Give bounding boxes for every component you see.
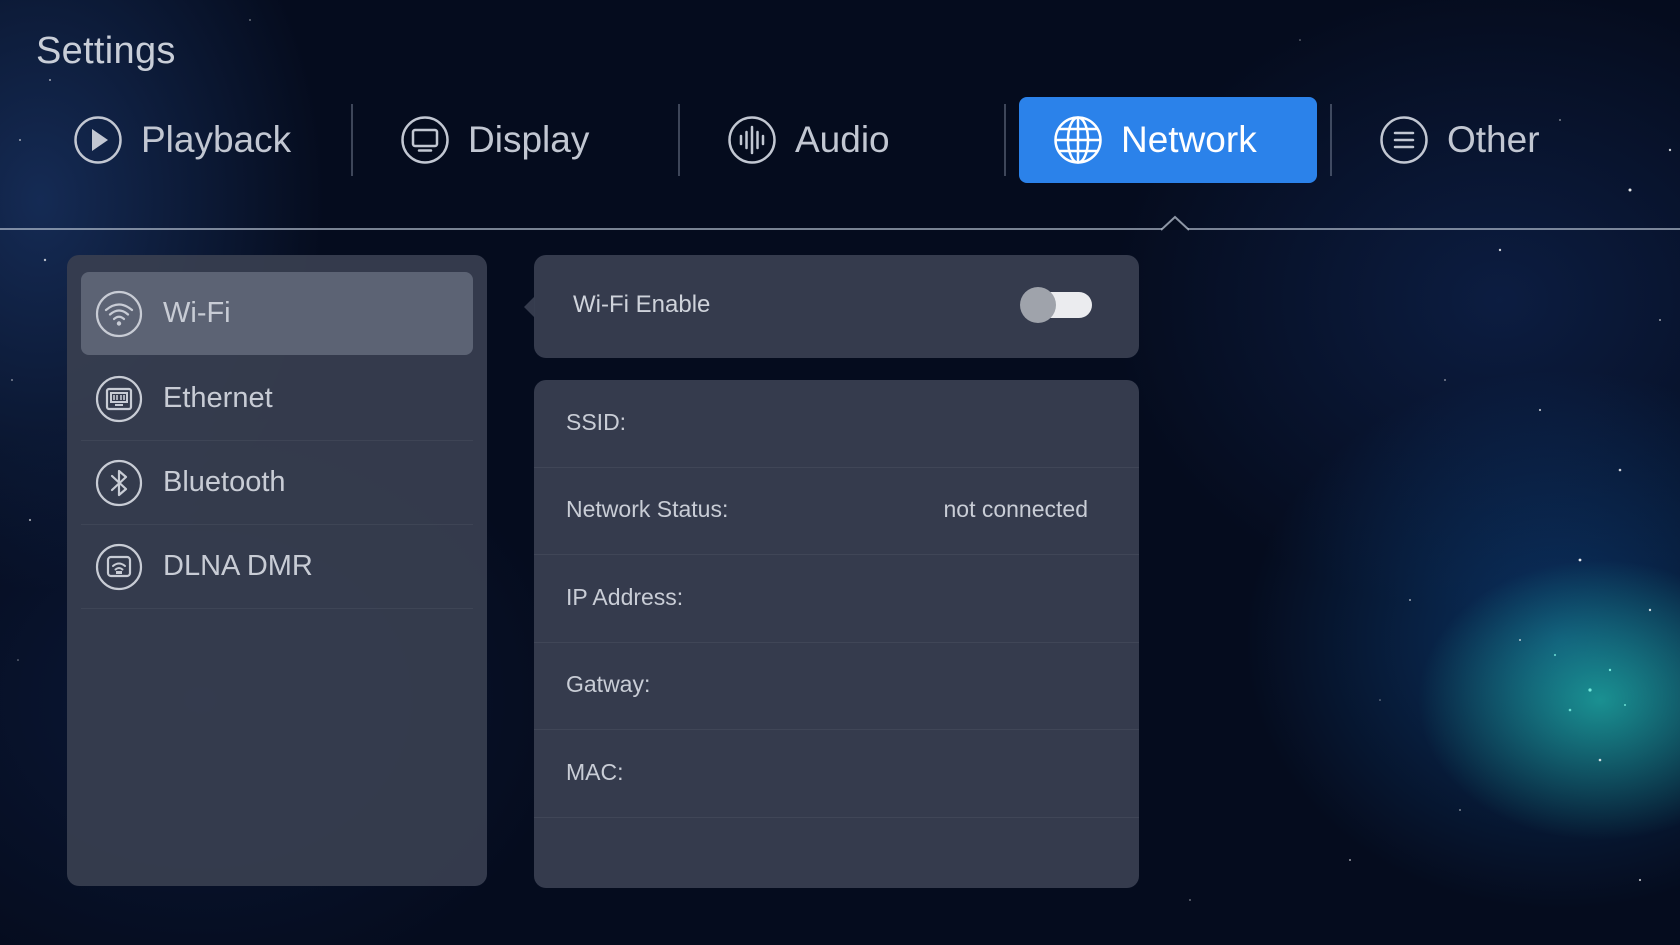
info-label: MAC: — [566, 759, 624, 785]
info-label: IP Address: — [566, 584, 684, 610]
submenu-item-ethernet[interactable]: Ethernet — [81, 357, 473, 441]
tab-label: Audio — [795, 119, 890, 160]
play-icon — [74, 116, 122, 164]
top-tab-bar: Playback Display Audio Network Other — [0, 97, 1680, 183]
tab-label: Other — [1447, 119, 1540, 160]
tab-divider — [678, 104, 680, 176]
submenu-item-wifi[interactable]: Wi-Fi — [81, 272, 473, 355]
active-tab-caret — [1161, 215, 1189, 231]
submenu-item-label: DLNA DMR — [163, 550, 313, 582]
info-label: SSID: — [566, 409, 627, 435]
tab-other[interactable]: Other — [1379, 97, 1540, 183]
wifi-enable-label: Wi-Fi Enable — [573, 291, 711, 318]
wifi-icon — [95, 290, 143, 337]
menu-lines-icon — [1380, 116, 1428, 164]
tab-divider — [1330, 104, 1332, 176]
ethernet-icon — [95, 375, 143, 422]
tab-underline — [0, 228, 1680, 230]
tab-label: Display — [468, 119, 590, 160]
tab-display[interactable]: Display — [400, 97, 589, 183]
info-label: Gatway: — [566, 671, 651, 697]
bluetooth-icon — [95, 459, 143, 506]
info-row-network-status: Network Status: not connected — [534, 467, 1139, 555]
tab-network[interactable]: Network — [1019, 97, 1317, 183]
tab-divider — [1004, 104, 1006, 176]
wifi-enable-toggle[interactable] — [1020, 287, 1092, 323]
info-value: not connected — [943, 496, 1088, 522]
page-title: Settings — [36, 30, 176, 72]
monitor-icon — [401, 116, 449, 164]
tab-playback[interactable]: Playback — [73, 97, 291, 183]
wifi-enable-card: Wi-Fi Enable — [524, 255, 1139, 358]
selection-pointer — [524, 296, 535, 318]
wifi-info-card: SSID: Network Status: not connected IP A… — [534, 380, 1139, 888]
info-row-ip-address: IP Address: — [534, 555, 1139, 643]
submenu-item-dlna-dmr[interactable]: DLNA DMR — [81, 525, 473, 609]
submenu-item-label: Wi-Fi — [163, 297, 231, 329]
toggle-thumb — [1020, 287, 1056, 323]
submenu-item-label: Bluetooth — [163, 466, 286, 498]
submenu-item-label: Ethernet — [163, 382, 273, 414]
info-label: Network Status: — [566, 496, 729, 522]
tab-label: Playback — [141, 119, 292, 160]
info-row-mac: MAC: — [534, 730, 1139, 818]
tab-audio[interactable]: Audio — [727, 97, 890, 183]
waveform-icon — [728, 116, 776, 164]
network-submenu: Wi-Fi Ethernet Bluetooth DLNA DMR — [67, 255, 487, 886]
submenu-item-bluetooth[interactable]: Bluetooth — [81, 441, 473, 525]
tab-label: Network — [1121, 119, 1257, 160]
globe-icon — [1054, 116, 1102, 164]
cast-icon — [95, 543, 143, 590]
info-row-gateway: Gatway: — [534, 642, 1139, 730]
info-row-ssid: SSID: — [534, 380, 1139, 468]
tab-divider — [351, 104, 353, 176]
